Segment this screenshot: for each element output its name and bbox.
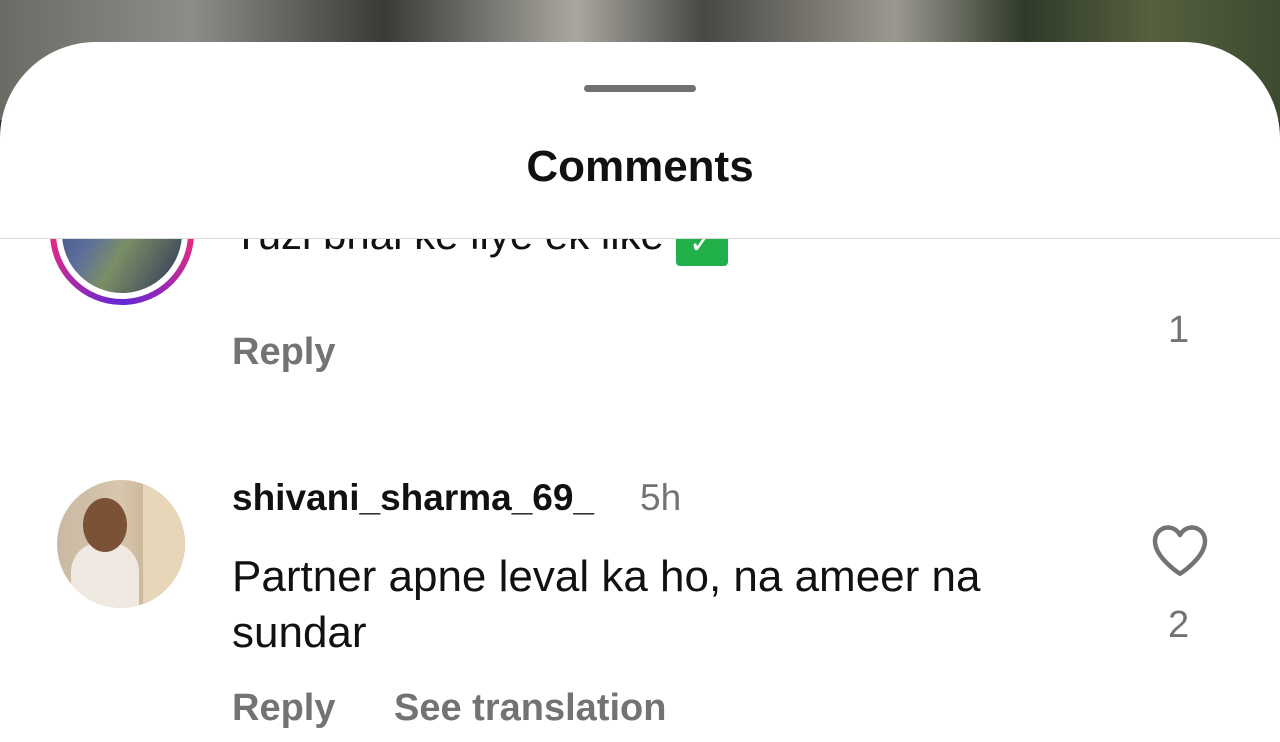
reply-button[interactable]: Reply (232, 331, 335, 374)
like-count: 2 (1168, 604, 1190, 646)
comment-timestamp: 5h (640, 477, 682, 518)
reply-button[interactable]: Reply (232, 687, 335, 730)
comment-text: Partner apne leval ka ho, na ameer na su… (232, 552, 981, 657)
avatar[interactable] (57, 480, 185, 608)
comment-username[interactable]: shivani_sharma_69_ (232, 477, 594, 519)
heart-outline-icon[interactable] (1150, 522, 1210, 578)
sheet-title: Comments (526, 142, 754, 191)
comment-text: Yuzi bhai ke liye ek like ✓ (232, 239, 728, 266)
check-mark-emoji-icon: ✓ (675, 239, 728, 266)
comments-sheet: Comments Yuzi bhai ke liye ek like ✓ Rep… (0, 42, 1280, 742)
comments-list[interactable]: Yuzi bhai ke liye ek like ✓ Reply 1 shiv… (0, 239, 1280, 742)
avatar (62, 239, 182, 293)
see-translation-button[interactable]: See translation (394, 687, 666, 730)
avatar-story-ring[interactable] (50, 239, 194, 305)
like-count: 1 (1168, 309, 1190, 351)
drag-handle[interactable] (584, 85, 696, 92)
